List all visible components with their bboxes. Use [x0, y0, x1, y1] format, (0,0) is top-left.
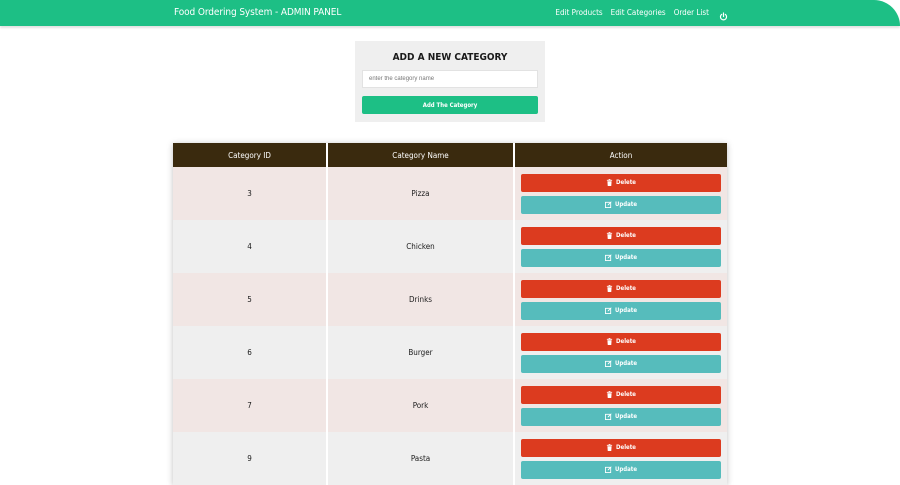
action-cell: Delete Update	[514, 220, 727, 273]
table-row: 4 Chicken Delete Update	[173, 220, 727, 273]
update-button[interactable]: Update	[521, 248, 721, 267]
table-row: 7 Pork Delete Update	[173, 379, 727, 432]
update-button[interactable]: Update	[521, 460, 721, 479]
action-cell: Delete Update	[514, 273, 727, 326]
delete-button[interactable]: Delete	[521, 226, 721, 245]
trash-icon	[606, 391, 613, 398]
update-label: Update	[615, 413, 637, 420]
header-action: Action	[514, 143, 727, 167]
update-button[interactable]: Update	[521, 354, 721, 373]
category-id-cell: 9	[173, 432, 328, 485]
delete-button[interactable]: Delete	[521, 279, 721, 298]
nav-order-list[interactable]: Order List	[674, 8, 709, 17]
add-category-button[interactable]: Add The Category	[362, 96, 538, 114]
update-label: Update	[615, 466, 637, 473]
trash-icon	[606, 444, 613, 451]
add-category-title: ADD A NEW CATEGORY	[392, 52, 508, 63]
nav-edit-products[interactable]: Edit Products	[555, 8, 602, 17]
header-category-id: Category ID	[173, 143, 328, 167]
category-name-cell: Pasta	[327, 432, 515, 485]
category-id-cell: 5	[173, 273, 328, 326]
category-name-cell: Chicken	[327, 220, 515, 273]
action-cell: Delete Update	[514, 432, 727, 485]
update-button[interactable]: Update	[521, 301, 721, 320]
update-button[interactable]: Update	[521, 195, 721, 214]
update-button[interactable]: Update	[521, 407, 721, 426]
delete-button[interactable]: Delete	[521, 385, 721, 404]
category-id-cell: 6	[173, 326, 328, 379]
top-navbar: Food Ordering System - ADMIN PANEL Edit …	[0, 0, 900, 26]
delete-label: Delete	[616, 391, 636, 398]
table-header-row: Category ID Category Name Action	[173, 143, 727, 167]
nav-edit-categories[interactable]: Edit Categories	[611, 8, 666, 17]
delete-label: Delete	[616, 232, 636, 239]
trash-icon	[606, 179, 613, 186]
update-label: Update	[615, 307, 637, 314]
table-row: 9 Pasta Delete Update	[173, 432, 727, 485]
category-name-input[interactable]	[362, 70, 538, 88]
power-icon[interactable]	[719, 8, 728, 21]
category-id-cell: 7	[173, 379, 328, 432]
action-cell: Delete Update	[514, 379, 727, 432]
edit-icon	[605, 360, 612, 367]
table-row: 3 Pizza Delete Update	[173, 167, 727, 220]
category-name-cell: Drinks	[327, 273, 515, 326]
delete-button[interactable]: Delete	[521, 332, 721, 351]
brand-title[interactable]: Food Ordering System - ADMIN PANEL	[174, 7, 341, 18]
trash-icon	[606, 232, 613, 239]
edit-icon	[605, 254, 612, 261]
table-row: 6 Burger Delete Update	[173, 326, 727, 379]
edit-icon	[605, 466, 612, 473]
edit-icon	[605, 201, 612, 208]
action-cell: Delete Update	[514, 326, 727, 379]
update-label: Update	[615, 254, 637, 261]
category-id-cell: 4	[173, 220, 328, 273]
category-table: Category ID Category Name Action 3 Pizza…	[173, 143, 727, 485]
edit-icon	[605, 307, 612, 314]
edit-icon	[605, 413, 612, 420]
action-cell: Delete Update	[514, 167, 727, 220]
add-category-card: ADD A NEW CATEGORY Add The Category	[355, 41, 545, 122]
delete-label: Delete	[616, 285, 636, 292]
category-name-cell: Burger	[327, 326, 515, 379]
category-id-cell: 3	[173, 167, 328, 220]
delete-button[interactable]: Delete	[521, 438, 721, 457]
header-category-name: Category Name	[327, 143, 515, 167]
trash-icon	[606, 338, 613, 345]
category-name-cell: Pork	[327, 379, 515, 432]
nav-links: Edit Products Edit Categories Order List	[555, 8, 728, 21]
table-row: 5 Drinks Delete Update	[173, 273, 727, 326]
update-label: Update	[615, 201, 637, 208]
delete-label: Delete	[616, 444, 636, 451]
delete-label: Delete	[616, 338, 636, 345]
delete-button[interactable]: Delete	[521, 173, 721, 192]
update-label: Update	[615, 360, 637, 367]
trash-icon	[606, 285, 613, 292]
category-name-cell: Pizza	[327, 167, 515, 220]
delete-label: Delete	[616, 179, 636, 186]
